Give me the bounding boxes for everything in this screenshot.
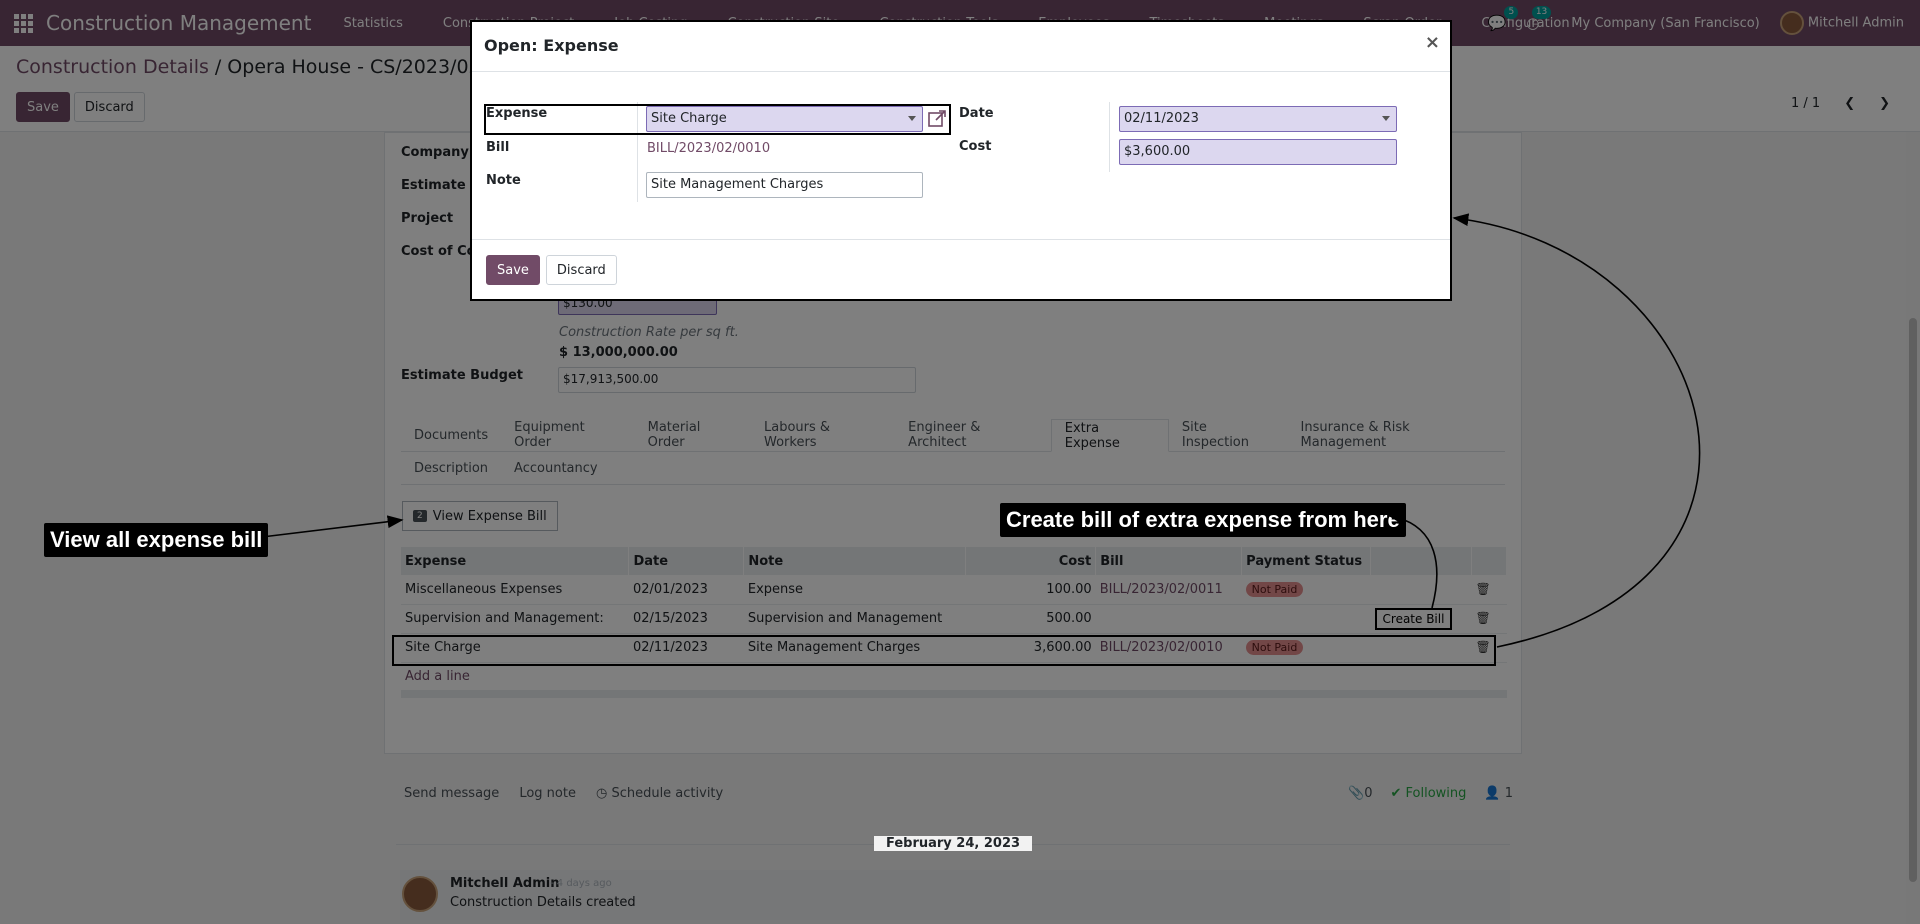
date-label: Date [959, 106, 994, 121]
dialog-header: Open: Expense × [472, 22, 1450, 72]
callout-view-all-expense-bill: View all expense bill [44, 523, 269, 557]
callout-create-bill: Create bill of extra expense from here [1000, 503, 1406, 537]
right-separator [1109, 102, 1110, 172]
note-label: Note [486, 173, 521, 188]
expense-value: Site Charge [651, 111, 727, 126]
date-value: 02/11/2023 [1124, 111, 1199, 126]
expense-label: Expense [486, 106, 548, 121]
close-icon[interactable]: × [1425, 32, 1440, 53]
date-separator-label: February 24, 2023 [873, 836, 1033, 851]
external-link-icon[interactable] [927, 109, 947, 129]
date-input[interactable]: 02/11/2023 [1119, 106, 1397, 132]
dialog-body: Expense Bill Note Site Charge BILL/2023/… [472, 72, 1450, 240]
left-separator [637, 102, 638, 202]
chevron-down-icon[interactable] [908, 116, 916, 121]
chevron-down-icon[interactable] [1382, 116, 1390, 121]
cost-label: Cost [959, 139, 992, 154]
cost-input[interactable]: $3,600.00 [1119, 139, 1397, 165]
bill-label: Bill [486, 140, 510, 155]
bill-link[interactable]: BILL/2023/02/0010 [647, 141, 770, 156]
expense-select[interactable]: Site Charge [646, 106, 923, 132]
dialog-save-button[interactable]: Save [486, 255, 540, 285]
dialog-discard-button[interactable]: Discard [545, 255, 617, 285]
note-input[interactable]: Site Management Charges [646, 172, 923, 198]
expense-dialog: Open: Expense × Expense Bill Note Site C… [470, 20, 1452, 301]
dialog-title: Open: Expense [484, 36, 619, 55]
